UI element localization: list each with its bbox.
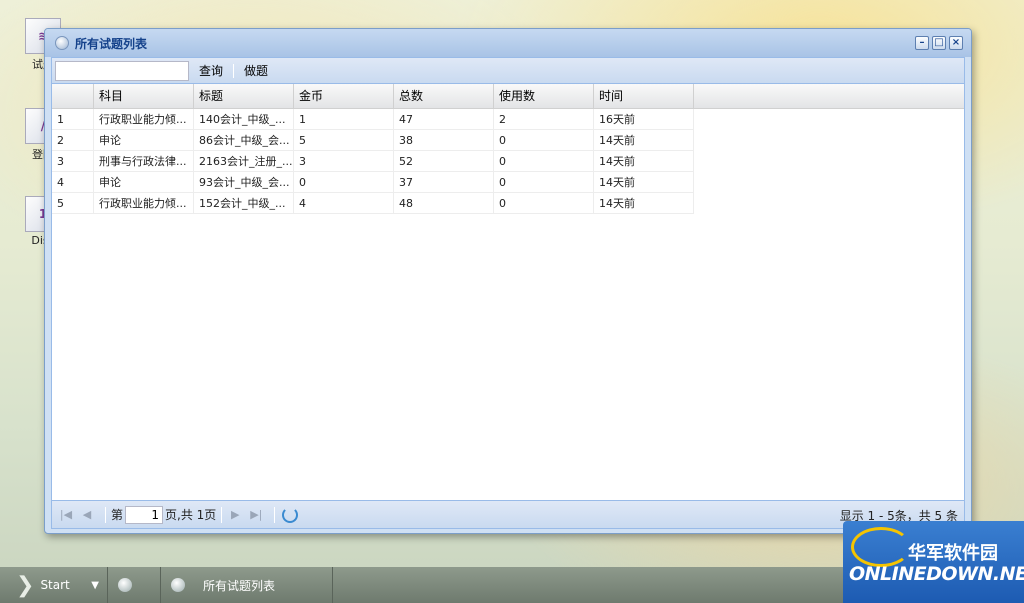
cell-title: 152会计_中级_... [194, 193, 294, 214]
window-app-icon [171, 578, 185, 592]
cell-used: 2 [494, 109, 594, 130]
logo-ring-icon [851, 527, 911, 567]
cell-title: 86会计_中级_会... [194, 130, 294, 151]
query-button[interactable]: 查询 [193, 62, 229, 79]
table-row[interactable]: 5 行政职业能力倾... 152会计_中级_... 4 48 0 14天前 [52, 193, 694, 214]
pager-separator [221, 506, 223, 523]
cell-coins: 3 [294, 151, 394, 172]
next-page-icon[interactable]: ▶ [227, 507, 243, 523]
table-row[interactable]: 2 申论 86会计_中级_会... 5 38 0 14天前 [52, 130, 694, 151]
cell-subject: 刑事与行政法律... [94, 151, 194, 172]
cell-index: 4 [52, 172, 94, 193]
practice-button[interactable]: 做题 [238, 62, 274, 79]
column-header-index[interactable] [52, 84, 94, 109]
cell-title: 2163会计_注册_... [194, 151, 294, 172]
table-row[interactable]: 3 刑事与行政法律... 2163会计_注册_... 3 52 0 14天前 [52, 151, 694, 172]
minimize-button[interactable]: – [915, 36, 929, 50]
cell-subject: 行政职业能力倾... [94, 193, 194, 214]
cell-total: 48 [394, 193, 494, 214]
window-titlebar[interactable]: 所有试题列表 – □ × [45, 29, 971, 57]
taskbar-task-exam-list[interactable]: 所有试题列表 [161, 567, 333, 603]
cell-used: 0 [494, 130, 594, 151]
cell-index: 3 [52, 151, 94, 172]
toolbar: 查询 做题 [52, 58, 964, 84]
chevron-down-icon[interactable]: ▼ [91, 580, 99, 591]
cell-time: 14天前 [594, 130, 694, 151]
cell-coins: 4 [294, 193, 394, 214]
watermark-logo: 华军软件园 ONLINEDOWN.NET [843, 521, 1024, 603]
column-header-time[interactable]: 时间 [594, 84, 694, 109]
cell-subject: 行政职业能力倾... [94, 109, 194, 130]
cell-total: 47 [394, 109, 494, 130]
cell-coins: 1 [294, 109, 394, 130]
pager-separator [274, 506, 276, 523]
window-body: 查询 做题 科目 标题 金币 总数 使用数 时间 1 行政职业能力倾... 14… [51, 57, 965, 529]
cell-index: 2 [52, 130, 94, 151]
column-header-used[interactable]: 使用数 [494, 84, 594, 109]
cell-total: 38 [394, 130, 494, 151]
search-input[interactable] [55, 60, 189, 81]
cell-subject: 申论 [94, 130, 194, 151]
last-page-icon[interactable]: ▶| [248, 507, 264, 523]
cell-coins: 0 [294, 172, 394, 193]
column-header-coins[interactable]: 金币 [294, 84, 394, 109]
cell-time: 14天前 [594, 151, 694, 172]
table-row[interactable]: 4 申论 93会计_中级_会... 0 37 0 14天前 [52, 172, 694, 193]
close-button[interactable]: × [949, 36, 963, 50]
column-header-filler [694, 84, 964, 109]
page-suffix: 页,共 1页 [165, 508, 217, 522]
start-button[interactable]: ❯ Start ▼ [0, 567, 108, 603]
column-header-total[interactable]: 总数 [394, 84, 494, 109]
first-page-icon[interactable]: |◀ [58, 507, 74, 523]
column-header-subject[interactable]: 科目 [94, 84, 194, 109]
window-app-icon [55, 36, 69, 50]
cell-used: 0 [494, 193, 594, 214]
cell-index: 5 [52, 193, 94, 214]
cell-time: 14天前 [594, 193, 694, 214]
taskbar-quick-launch[interactable] [108, 567, 161, 603]
cell-title: 93会计_中级_会... [194, 172, 294, 193]
start-label: Start [40, 578, 70, 592]
grid-header: 科目 标题 金币 总数 使用数 时间 [52, 84, 964, 109]
cell-coins: 5 [294, 130, 394, 151]
window-title: 所有试题列表 [75, 36, 148, 51]
start-logo-icon: ❯ [16, 572, 35, 598]
exam-list-window: 所有试题列表 – □ × 查询 做题 科目 标题 金币 总数 使用数 时间 1 … [44, 28, 972, 534]
column-header-title[interactable]: 标题 [194, 84, 294, 109]
cell-subject: 申论 [94, 172, 194, 193]
grid-body: 1 行政职业能力倾... 140会计_中级_... 1 47 2 16天前 2 … [52, 109, 694, 214]
toolbar-separator [233, 63, 235, 78]
paging-toolbar: |◀ ◀ 第 页,共 1页 ▶ ▶| 显示 1 - 5条，共 5 条 [52, 500, 964, 528]
refresh-icon[interactable] [282, 506, 299, 523]
maximize-button[interactable]: □ [932, 36, 946, 50]
page-prefix: 第 [111, 508, 124, 522]
cell-title: 140会计_中级_... [194, 109, 294, 130]
watermark-cn: 华军软件园 [908, 543, 998, 564]
app-icon [118, 578, 132, 592]
taskbar-task-label: 所有试题列表 [203, 578, 276, 593]
page-number-input[interactable] [125, 505, 164, 524]
table-row[interactable]: 1 行政职业能力倾... 140会计_中级_... 1 47 2 16天前 [52, 109, 694, 130]
cell-used: 0 [494, 151, 594, 172]
watermark-en: ONLINEDOWN.NET [849, 563, 1024, 585]
cell-time: 16天前 [594, 109, 694, 130]
pager-separator [105, 506, 106, 523]
cell-used: 0 [494, 172, 594, 193]
prev-page-icon[interactable]: ◀ [79, 507, 95, 523]
cell-total: 52 [394, 151, 494, 172]
cell-total: 37 [394, 172, 494, 193]
cell-index: 1 [52, 109, 94, 130]
cell-time: 14天前 [594, 172, 694, 193]
